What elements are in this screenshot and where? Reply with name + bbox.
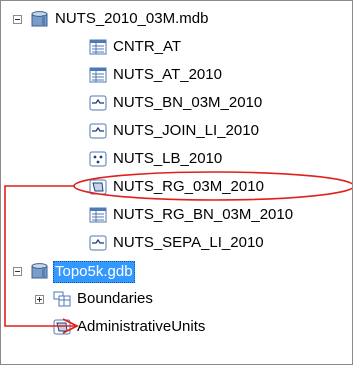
catalog-tree-panel: NUTS_2010_03M.mdb CNTR_AT NUTS_AT_2010 N…: [0, 0, 353, 365]
highlight-ellipse: [73, 171, 352, 201]
annotation-overlay: [4, 171, 352, 334]
connector-arrow: [4, 185, 75, 327]
